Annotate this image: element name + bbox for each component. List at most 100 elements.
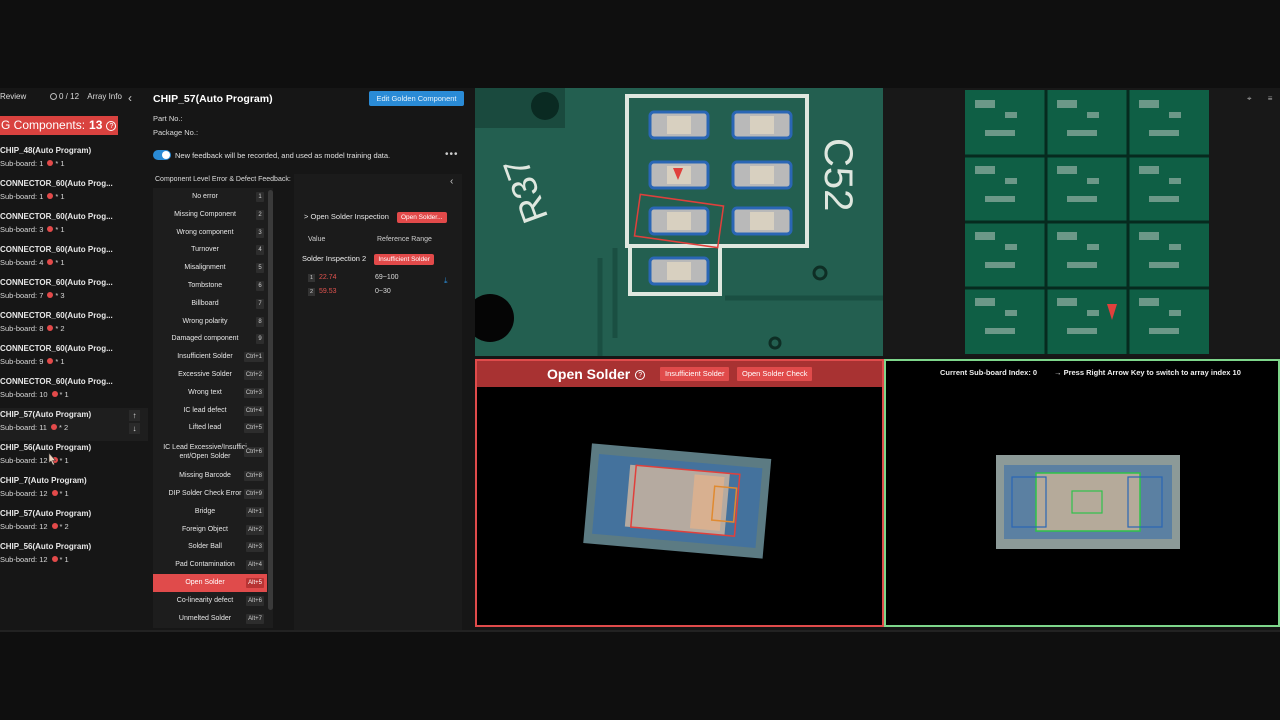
component-name: CONNECTOR_60(Auto Prog... — [0, 344, 113, 353]
list-item-selected[interactable]: CHIP_57(Auto Program) Sub-board: 11 * 2 ↑… — [0, 408, 148, 441]
defect-option[interactable]: Wrong polarity 8 — [153, 313, 267, 331]
golden-sample-panel: Current Sub-board Index: 0 → Press Right… — [884, 359, 1280, 627]
mouse-pointer-icon — [48, 452, 57, 466]
shortcut-key: Ctrl+2 — [243, 369, 264, 380]
defect-option[interactable]: DIP Solder Check Error Ctrl+9 — [153, 485, 267, 503]
list-item[interactable]: CONNECTOR_60(Auto Prog... Sub-board: 9 * … — [0, 342, 148, 375]
defect-option-label: DIP Solder Check Error — [168, 489, 242, 497]
defect-option[interactable]: Foreign Object Alt+2 — [153, 521, 267, 539]
component-subboard: Sub-board: 1 * 1 — [0, 159, 65, 168]
component-title: CHIP_57(Auto Program) — [153, 93, 273, 105]
list-item[interactable]: CHIP_7(Auto Program) Sub-board: 12 * 1 — [0, 474, 148, 507]
list-item[interactable]: CONNECTOR_60(Auto Prog... Sub-board: 4 * … — [0, 243, 148, 276]
defect-option-label: Solder Ball — [188, 543, 222, 551]
shortcut-key: Alt+5 — [246, 577, 264, 588]
list-item[interactable]: CONNECTOR_60(Auto Prog... Sub-board: 10 *… — [0, 375, 148, 408]
ng-count-label: * 2 — [59, 522, 69, 531]
subboard-label: Sub-board: 1 — [0, 192, 44, 201]
defect-option-label: Tombstone — [187, 281, 223, 289]
subboard-label: Sub-board: 12 — [0, 456, 48, 465]
defect-option[interactable]: Lifted lead Ctrl+5 — [153, 419, 267, 437]
collapse-chevron-left-icon[interactable]: ‹ — [450, 176, 453, 187]
measured-value: 59.53 — [319, 288, 337, 295]
component-subboard: Sub-board: 4 * 1 — [0, 258, 65, 267]
pcb-closeup-image: C52 R37 — [475, 88, 883, 356]
tab-array-info[interactable]: 0 / 12 Array Info — [50, 92, 122, 101]
defect-feedback-list: No error 1 Missing Component 2 Wrong compone… — [153, 188, 273, 628]
defect-option[interactable]: Wrong component 3 — [153, 224, 267, 242]
target-icon[interactable]: ⌖ — [1247, 94, 1252, 103]
ng-count-label: * 1 — [55, 225, 65, 234]
arrow-hint-label: → Press Right Arrow Key to switch to arr… — [1054, 368, 1241, 377]
check-circle-icon — [50, 93, 57, 100]
defect-option[interactable]: Bridge Alt+1 — [153, 503, 267, 521]
list-item[interactable]: CHIP_48(Auto Program) Sub-board: 1 * 1 — [0, 144, 148, 177]
ng-count-label: * 1 — [55, 357, 65, 366]
component-name: CHIP_7(Auto Program) — [0, 476, 87, 485]
inspection-header[interactable]: > Open Solder Inspection Open Solder... — [304, 212, 447, 223]
collapse-chevron-left-icon[interactable]: ‹ — [128, 91, 132, 105]
row-index: 2 — [308, 288, 315, 296]
defect-option[interactable]: Solder Ball Alt+3 — [153, 538, 267, 556]
shortcut-key: 7 — [256, 298, 264, 309]
tab-review[interactable]: Review — [0, 92, 26, 101]
defect-option[interactable]: Missing Component 2 — [153, 206, 267, 224]
range-column-header: Reference Range — [377, 236, 432, 243]
ng-header-label: G Components: — [1, 118, 86, 132]
defect-option[interactable]: Billboard 7 — [153, 295, 267, 313]
menu-icon[interactable]: ≡ — [1268, 94, 1273, 103]
subboard-label: Sub-board: 1 — [0, 159, 44, 168]
defect-option[interactable]: Insufficient Solder Ctrl+1 — [153, 348, 267, 366]
defect-option[interactable]: Pad Contamination Alt+4 — [153, 556, 267, 574]
defect-option-label: Excessive Solder — [178, 370, 232, 378]
component-name: CHIP_56(Auto Program) — [0, 542, 92, 551]
list-item[interactable]: CONNECTOR_60(Auto Prog... Sub-board: 8 * … — [0, 309, 148, 342]
more-options-icon[interactable]: ••• — [445, 149, 459, 160]
arrow-up-icon[interactable]: ↑ — [129, 410, 140, 421]
ng-dot-icon — [47, 259, 54, 265]
golden-component-image — [996, 455, 1180, 549]
defect-option[interactable]: Unmelted Solder Alt+7 — [153, 610, 267, 628]
arrow-down-icon[interactable]: ↓ — [129, 423, 140, 434]
list-item[interactable]: CHIP_56(Auto Program) Sub-board: 12 * 1 — [0, 441, 148, 474]
list-item[interactable]: CONNECTOR_60(Auto Prog... Sub-board: 3 * … — [0, 210, 148, 243]
ng-count-label: * 1 — [59, 489, 69, 498]
defect-option-label: Misalignment — [184, 264, 226, 272]
defect-option[interactable]: Excessive Solder Ctrl+2 — [153, 366, 267, 384]
defect-option[interactable]: Missing Barcode Ctrl+8 — [153, 467, 267, 485]
list-item[interactable]: CONNECTOR_60(Auto Prog... Sub-board: 7 * … — [0, 276, 148, 309]
help-icon[interactable]: ? — [106, 121, 117, 131]
defect-option-label: Insufficient Solder — [177, 353, 233, 361]
scrollbar[interactable] — [268, 190, 273, 610]
help-icon[interactable]: ? — [635, 370, 646, 380]
defect-option[interactable]: Open Solder Alt+5 — [153, 573, 267, 592]
defect-option-label: Missing Barcode — [179, 472, 231, 480]
defect-option-label: Damaged component — [171, 335, 239, 343]
feedback-toggle[interactable] — [153, 150, 171, 160]
inspection-header-label: Open Solder Inspection — [310, 212, 389, 221]
list-item[interactable]: CHIP_56(Auto Program) Sub-board: 12 * 1 — [0, 540, 148, 573]
defect-option[interactable]: Tombstone 6 — [153, 277, 267, 295]
defect-option[interactable]: No error 1 — [153, 188, 267, 206]
shortcut-key: 8 — [256, 316, 264, 327]
list-item[interactable]: CONNECTOR_60(Auto Prog... Sub-board: 1 * … — [0, 177, 148, 210]
array-overview-image[interactable] — [965, 90, 1209, 354]
component-name: CONNECTOR_60(Auto Prog... — [0, 377, 113, 386]
part-no-label: Part No.: — [153, 114, 183, 123]
list-item[interactable]: CHIP_57(Auto Program) Sub-board: 12 * 2 — [0, 507, 148, 540]
measured-value: 22.74 — [319, 274, 337, 281]
defect-option[interactable]: IC lead defect Ctrl+4 — [153, 402, 267, 420]
download-icon[interactable]: ⤓ — [444, 276, 448, 286]
shortcut-key: 9 — [256, 334, 264, 345]
view-tools: ⌖ ≡ — [1247, 94, 1272, 104]
defect-option[interactable]: Turnover 4 — [153, 241, 267, 259]
defect-option[interactable]: IC Lead Excessive/Insufficient/Open Sold… — [153, 437, 267, 467]
shortcut-key: 4 — [256, 245, 264, 256]
edit-golden-component-button[interactable]: Edit Golden Component — [369, 91, 464, 106]
defect-option[interactable]: Co-linearity defect Alt+6 — [153, 592, 267, 610]
component-name: CONNECTOR_60(Auto Prog... — [0, 311, 113, 320]
defect-option[interactable]: Misalignment 5 — [153, 259, 267, 277]
reference-range: 69~100 — [375, 274, 399, 281]
defect-option[interactable]: Wrong text Ctrl+3 — [153, 384, 267, 402]
defect-option[interactable]: Damaged component 9 — [153, 330, 267, 348]
